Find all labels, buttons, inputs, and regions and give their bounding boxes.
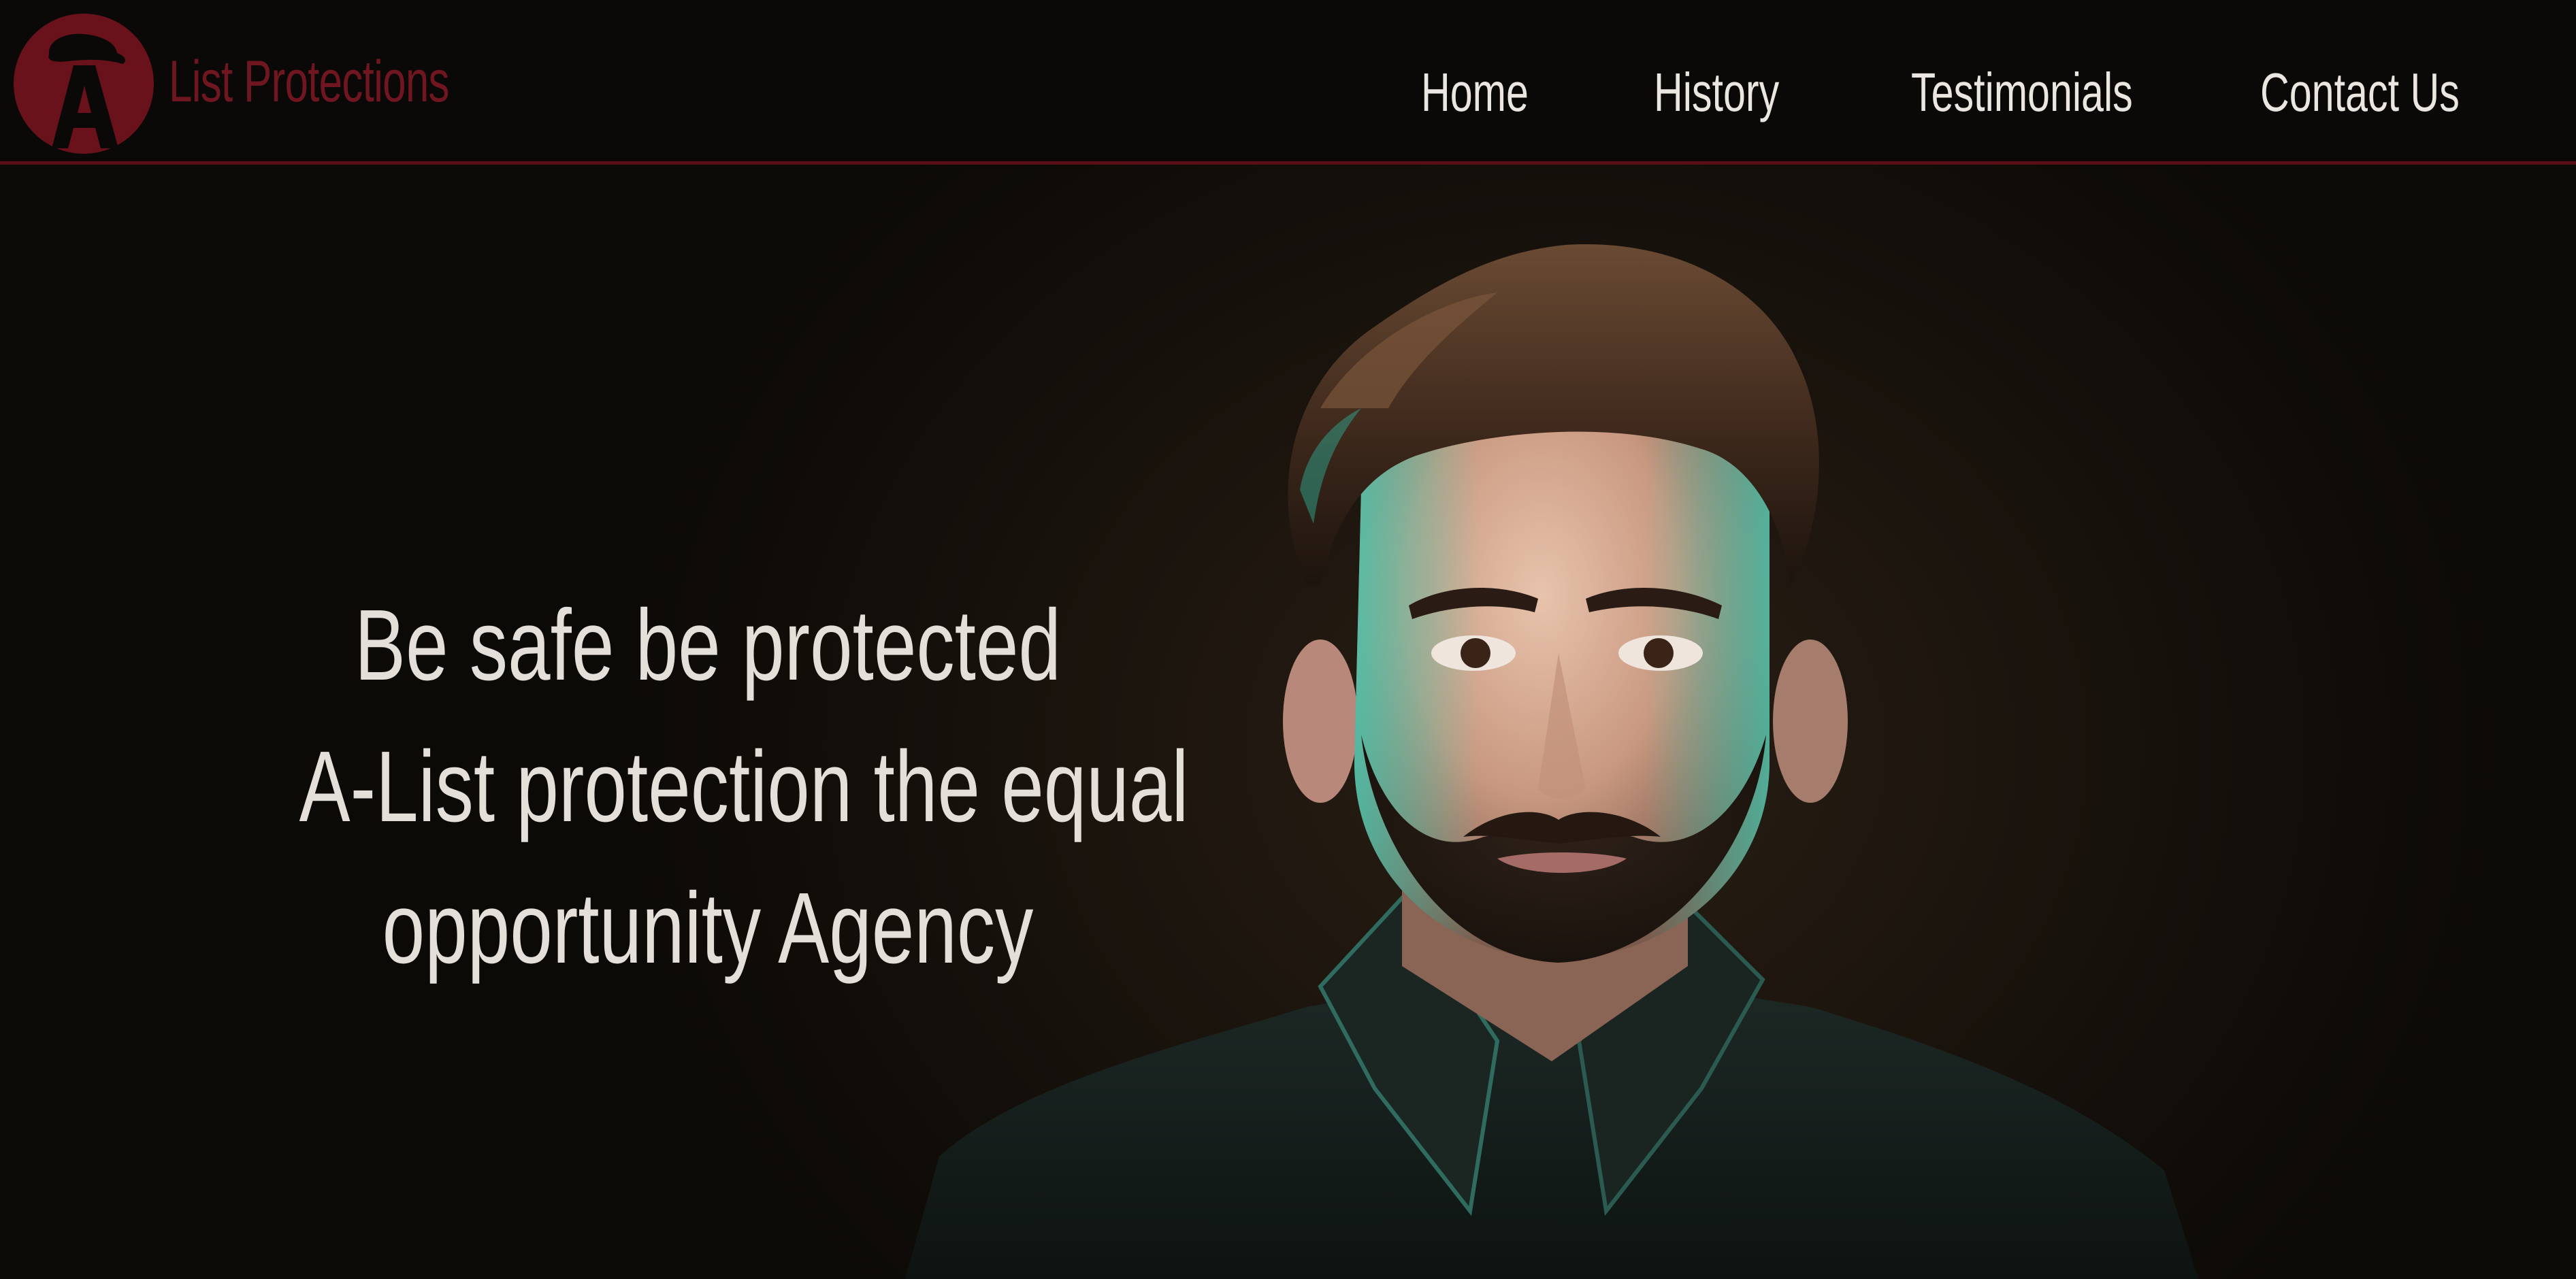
hero-line-2: A-List protection the equal <box>299 731 1189 843</box>
nav-testimonials-link[interactable]: Testimonials <box>1911 59 2133 127</box>
brand-name[interactable]: List Protections <box>169 48 450 116</box>
site-header: List Protections Home History Testimonia… <box>0 0 2576 165</box>
hero-line-1: Be safe be protected <box>354 589 1062 701</box>
nav-home-link[interactable]: Home <box>1421 59 1529 127</box>
hero-tagline: Be safe be protected A-List protection t… <box>299 575 1189 999</box>
nav-history-link[interactable]: History <box>1654 59 1779 127</box>
nav-contact-us-link[interactable]: Contact Us <box>2260 59 2460 127</box>
a-list-hat-logo-icon[interactable] <box>8 12 159 155</box>
page: List Protections Home History Testimonia… <box>0 0 2576 1279</box>
hero-line-3: opportunity Agency <box>382 872 1034 984</box>
